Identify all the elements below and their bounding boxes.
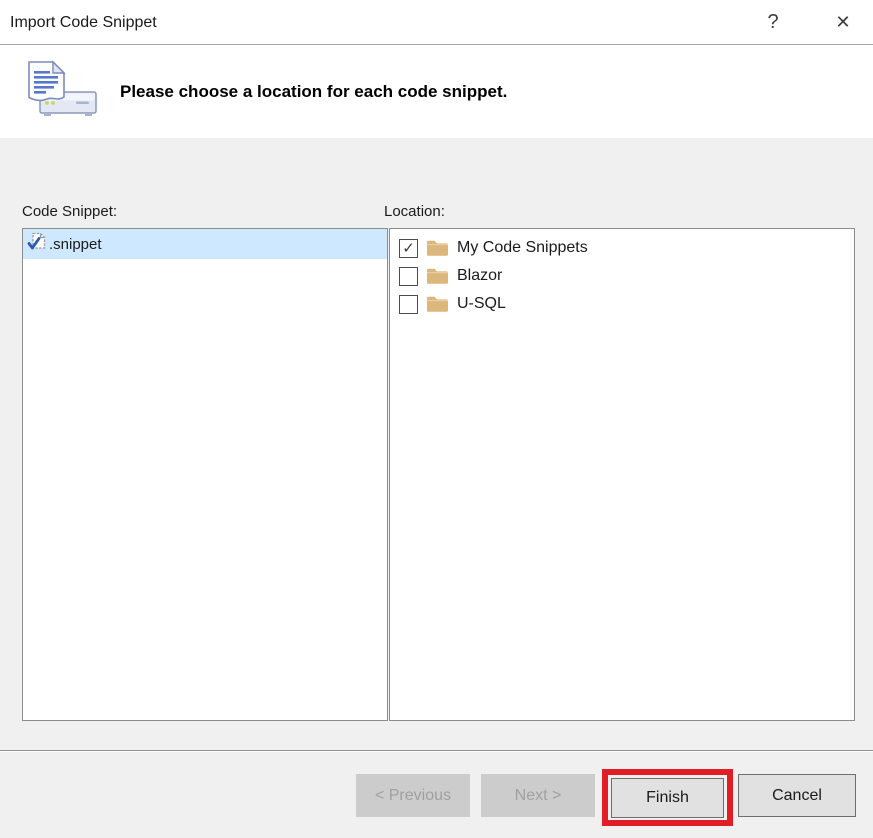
location-item-u-sql[interactable]: U-SQL xyxy=(390,290,854,318)
checkbox-checked[interactable]: ✓ xyxy=(399,239,418,258)
location-item-label: U-SQL xyxy=(457,295,506,313)
instruction-text: Please choose a location for each code s… xyxy=(120,46,507,138)
snippet-list-item[interactable]: .snippet xyxy=(23,229,387,259)
code-snippet-list: .snippet xyxy=(22,228,388,721)
snippet-item-label: .snippet xyxy=(49,236,102,253)
folder-icon xyxy=(426,295,449,313)
location-item-label: My Code Snippets xyxy=(457,239,588,257)
previous-button[interactable]: < Previous xyxy=(356,774,470,817)
import-code-snippet-dialog: Import Code Snippet ? ✕ xyxy=(0,0,873,838)
finish-button[interactable]: Finish xyxy=(611,778,724,818)
location-item-label: Blazor xyxy=(457,267,502,285)
cancel-button[interactable]: Cancel xyxy=(738,774,856,817)
checkbox-unchecked[interactable] xyxy=(399,267,418,286)
button-bar: < Previous Next > Finish Cancel xyxy=(0,752,873,838)
checkbox-unchecked[interactable] xyxy=(399,295,418,314)
code-snippet-label: Code Snippet: xyxy=(22,203,117,220)
window-title: Import Code Snippet xyxy=(10,0,157,45)
import-snippet-icon xyxy=(20,59,106,128)
folder-icon xyxy=(426,239,449,257)
help-icon[interactable]: ? xyxy=(751,0,795,44)
location-item-blazor[interactable]: Blazor xyxy=(390,262,854,290)
next-button[interactable]: Next > xyxy=(481,774,595,817)
title-bar: Import Code Snippet ? ✕ xyxy=(0,0,873,45)
folder-icon xyxy=(426,267,449,285)
location-list: ✓ My Code Snippets xyxy=(389,228,855,721)
close-icon[interactable]: ✕ xyxy=(821,0,865,44)
header-banner: Please choose a location for each code s… xyxy=(0,46,873,138)
location-item-my-code-snippets[interactable]: ✓ My Code Snippets xyxy=(390,234,854,262)
dialog-body: Code Snippet: Location: .snippet ✓ xyxy=(0,138,873,751)
location-label: Location: xyxy=(384,203,445,220)
snippet-file-check-icon xyxy=(26,231,48,258)
